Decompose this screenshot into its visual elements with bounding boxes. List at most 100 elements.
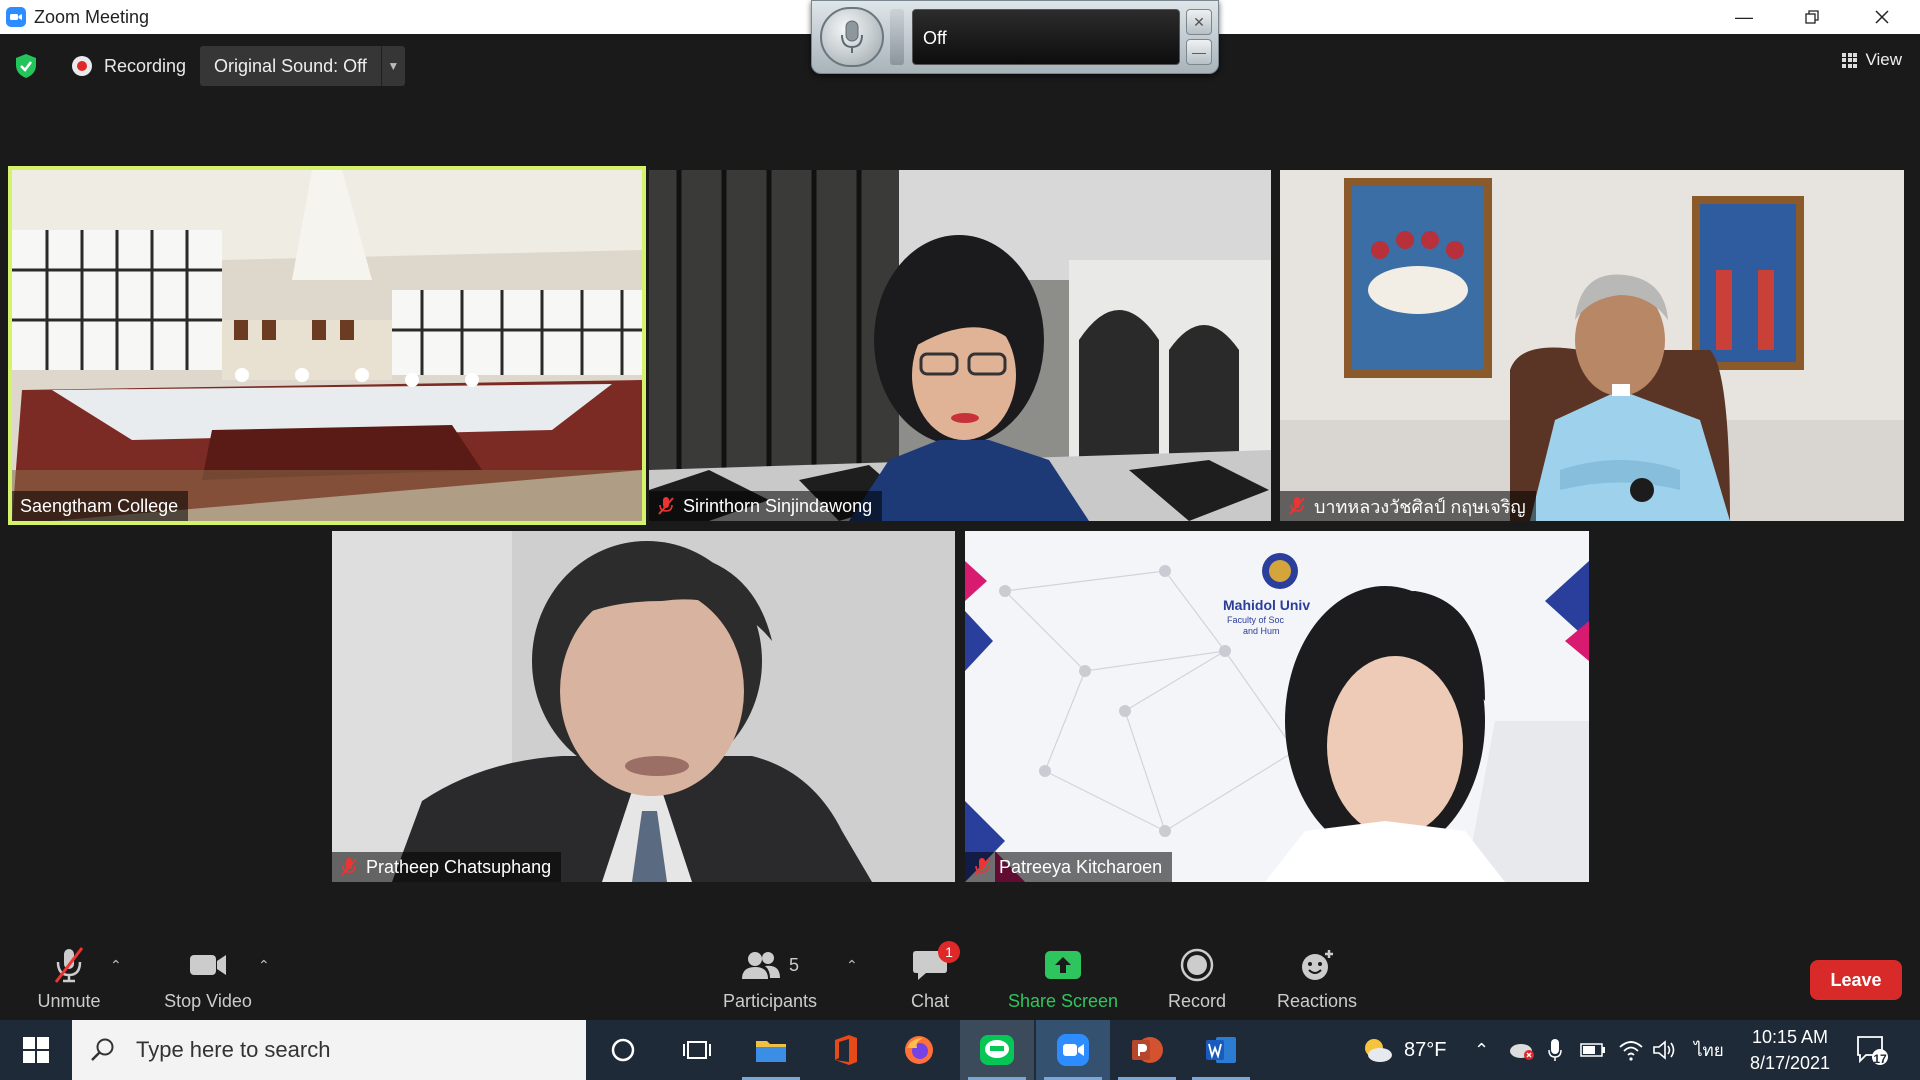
zoom-logo-icon	[6, 7, 26, 27]
cortana-button[interactable]	[586, 1020, 660, 1080]
line-logo-icon	[980, 1035, 1014, 1065]
folder-icon	[756, 1041, 786, 1062]
window-title: Zoom Meeting	[34, 6, 150, 27]
line-app[interactable]	[960, 1020, 1034, 1080]
task-view-button[interactable]	[660, 1020, 734, 1080]
audio-device-widget: Off ✕ —	[811, 0, 1219, 74]
taskbar-search-box[interactable]: Type here to search	[72, 1020, 586, 1080]
volume-tray[interactable]	[1652, 1020, 1678, 1080]
widget-close-button[interactable]: ✕	[1186, 9, 1212, 35]
participants-count: 5	[788, 954, 799, 975]
meeting-info-bar: Recording Original Sound: Off ▼	[14, 46, 405, 86]
video-tile-pratheep[interactable]: Pratheep Chatsuphang	[332, 531, 955, 882]
microphone-toggle[interactable]	[820, 7, 884, 67]
microphone-icon	[841, 20, 863, 53]
file-explorer-app[interactable]	[734, 1020, 808, 1080]
security-shield-icon[interactable]	[14, 53, 38, 79]
powerpoint-logo-icon	[1132, 1037, 1163, 1063]
zoom-app[interactable]	[1036, 1020, 1110, 1080]
video-tile-saengtham[interactable]: Saengtham College	[8, 166, 646, 525]
chat-label: Chat	[910, 991, 950, 1011]
view-button[interactable]: View	[1842, 46, 1902, 74]
search-placeholder: Type here to search	[136, 1037, 331, 1062]
stop-video-label: Stop Video	[164, 991, 252, 1011]
input-language-indicator[interactable]: ไทย	[1694, 1020, 1724, 1080]
participant-name-tag: บาทหลวงวัชศิลป์ กฤษเจริญ	[1280, 491, 1536, 521]
participant-name-tag: Patreeya Kitcharoen	[965, 852, 1173, 882]
clock-date: 8/17/2021	[1749, 1053, 1831, 1073]
start-button[interactable]	[0, 1020, 72, 1080]
record-button[interactable]: Record	[1162, 945, 1232, 1012]
minimize-icon: —	[1192, 44, 1206, 60]
participants-options-chevron-icon[interactable]: ⌃	[846, 957, 858, 974]
original-sound-button[interactable]: Original Sound: Off	[200, 46, 381, 86]
background-logo-subtext: Faculty of Soc	[1227, 615, 1285, 625]
grid-view-icon	[1842, 52, 1858, 68]
video-tile-sirinthorn[interactable]: Sirinthorn Sinjindawong	[649, 170, 1271, 521]
participant-video-feed	[649, 170, 1271, 521]
show-hidden-icons-button[interactable]: ⌃	[1474, 1020, 1489, 1080]
close-button[interactable]	[1848, 0, 1916, 34]
weather-widget[interactable]: 87°F	[1360, 1020, 1446, 1080]
system-clock[interactable]: 10:15 AM 8/17/2021	[1740, 1024, 1840, 1076]
chat-unread-badge: 1	[938, 941, 960, 963]
powerpoint-app[interactable]	[1110, 1020, 1184, 1080]
chevron-up-icon: ⌃	[1474, 1039, 1490, 1060]
participant-name: Pratheep Chatsuphang	[366, 856, 552, 877]
reactions-label: Reactions	[1276, 991, 1358, 1011]
share-screen-button[interactable]: Share Screen	[1005, 945, 1121, 1012]
cortana-circle-icon	[611, 1038, 635, 1062]
muted-microphone-icon	[341, 858, 357, 876]
widget-minimize-button[interactable]: —	[1186, 39, 1212, 65]
unmute-label: Unmute	[37, 991, 101, 1011]
video-tile-patreeya[interactable]: Mahidol Univ Faculty of Soc and Hum Patr…	[965, 531, 1589, 882]
onedrive-error-icon	[1510, 1044, 1534, 1060]
muted-microphone-icon	[1289, 497, 1305, 515]
search-icon	[91, 1038, 114, 1061]
firefox-logo-icon	[905, 1036, 933, 1064]
notification-count: 17	[1873, 1052, 1887, 1066]
chat-button[interactable]: 1 Chat	[900, 941, 960, 1012]
firefox-app[interactable]	[882, 1020, 956, 1080]
onedrive-status[interactable]	[1508, 1020, 1536, 1080]
participant-name: Sirinthorn Sinjindawong	[683, 495, 873, 516]
word-logo-icon	[1206, 1037, 1236, 1063]
weather-partly-cloudy-icon	[1365, 1039, 1392, 1062]
participants-button[interactable]: 5 Participants	[720, 945, 820, 1012]
reactions-smiley-icon	[1302, 950, 1333, 980]
record-icon	[1180, 948, 1214, 982]
participant-name: บาทหลวงวัชศิลป์ กฤษเจริญ	[1314, 496, 1526, 517]
video-tile-priest[interactable]: บาทหลวงวัชศิลป์ กฤษเจริญ	[1280, 170, 1904, 521]
restore-button[interactable]	[1778, 0, 1846, 34]
original-sound-dropdown[interactable]: ▼	[380, 46, 405, 86]
wifi-tray[interactable]	[1618, 1020, 1644, 1080]
reactions-button[interactable]: Reactions	[1270, 945, 1364, 1012]
participant-video-feed	[332, 531, 955, 882]
word-app[interactable]	[1184, 1020, 1258, 1080]
action-center-button[interactable]: 17	[1856, 1020, 1888, 1080]
video-options-chevron-icon[interactable]: ⌃	[258, 957, 270, 974]
wifi-icon	[1619, 1041, 1643, 1061]
audio-status-display: Off	[912, 9, 1180, 65]
weather-temperature: 87°F	[1404, 1038, 1447, 1061]
unmute-button[interactable]: Unmute	[30, 945, 108, 1012]
task-view-icon	[683, 1041, 711, 1059]
clock-time: 10:15 AM	[1751, 1027, 1829, 1047]
leave-meeting-button[interactable]: Leave	[1810, 960, 1902, 1000]
record-label: Record	[1167, 991, 1227, 1011]
recording-label: Recording	[104, 55, 187, 76]
zoom-app-icon	[1057, 1034, 1089, 1066]
muted-microphone-icon	[54, 947, 84, 983]
stop-video-button[interactable]: Stop Video	[158, 945, 258, 1012]
video-camera-icon	[190, 955, 226, 975]
microphone-tray[interactable]	[1548, 1020, 1562, 1080]
office-app[interactable]	[808, 1020, 882, 1080]
chevron-down-icon: ▼	[387, 59, 400, 73]
muted-microphone-icon	[974, 858, 990, 876]
battery-tray[interactable]	[1580, 1020, 1606, 1080]
background-logo-text: Mahidol Univ	[1223, 597, 1311, 613]
minimize-button[interactable]: —	[1710, 0, 1778, 34]
audio-options-chevron-icon[interactable]: ⌃	[110, 957, 122, 974]
participant-name: Patreeya Kitcharoen	[999, 856, 1163, 877]
view-label: View	[1865, 50, 1902, 69]
